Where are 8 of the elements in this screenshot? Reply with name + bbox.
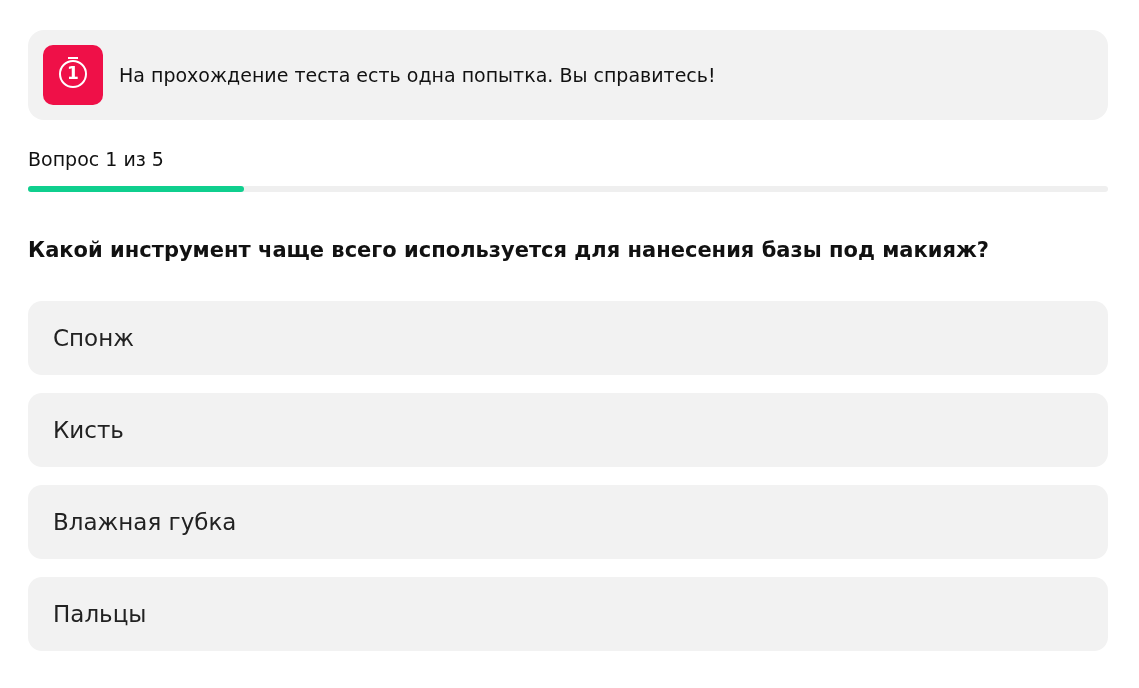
question-text: Какой инструмент чаще всего используется для нанесения базы под макияж? — [28, 238, 990, 262]
answer-option[interactable]: Пальцы — [28, 577, 1108, 651]
answer-option[interactable]: Влажная губка — [28, 485, 1108, 559]
answer-option[interactable]: Кисть — [28, 393, 1108, 467]
answer-option[interactable]: Спонж — [28, 301, 1108, 375]
notice-text: На прохождение теста есть одна попытка. Вы справитесь! — [119, 64, 716, 86]
stopwatch-icon: 1 — [43, 45, 103, 105]
progress-label: Вопрос 1 из 5 — [28, 148, 164, 170]
